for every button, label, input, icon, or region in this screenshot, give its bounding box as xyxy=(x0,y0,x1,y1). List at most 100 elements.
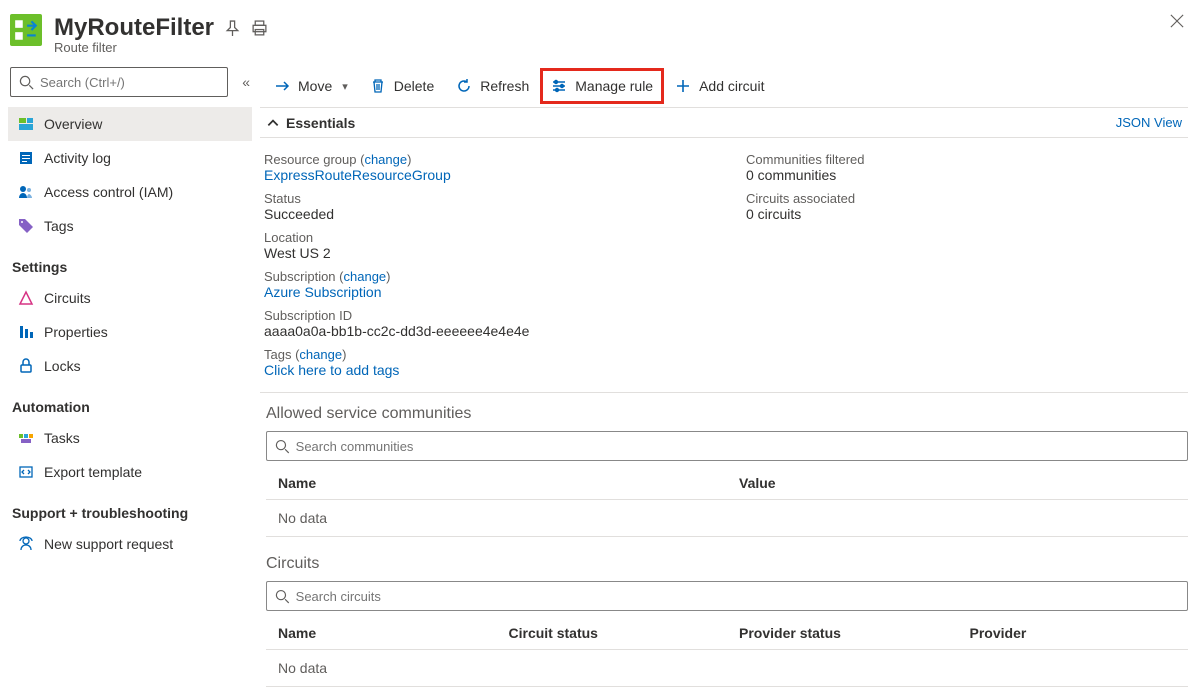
col-value: Value xyxy=(727,467,1188,500)
sidebar-group-support: Support + troubleshooting xyxy=(8,489,252,527)
communities-table: Name Value No data xyxy=(266,467,1188,537)
resource-group-change-link[interactable]: change xyxy=(364,152,407,167)
properties-icon xyxy=(18,324,34,340)
sidebar-item-properties[interactable]: Properties xyxy=(8,315,252,349)
manage-rule-button[interactable]: Manage rule xyxy=(541,69,663,103)
plus-icon xyxy=(675,78,691,94)
col-provider-status: Provider status xyxy=(727,617,958,650)
subscription-change-link[interactable]: change xyxy=(344,269,387,284)
toolbar-label: Delete xyxy=(394,78,434,94)
essentials-toggle[interactable]: Essentials xyxy=(260,115,355,131)
col-name: Name xyxy=(266,617,497,650)
communities-search-input[interactable] xyxy=(296,439,1179,454)
toolbar-label: Move xyxy=(298,78,332,94)
communities-section: Allowed service communities Name Value N… xyxy=(260,393,1188,543)
add-circuit-button[interactable]: Add circuit xyxy=(665,69,774,103)
ess-label: Resource group xyxy=(264,152,357,167)
sidebar-item-label: Export template xyxy=(44,464,142,480)
collapse-menu-icon[interactable]: « xyxy=(242,74,250,90)
pin-icon[interactable] xyxy=(224,20,241,37)
move-icon xyxy=(274,78,290,94)
communities-filtered-value: 0 communities xyxy=(746,167,1188,183)
sidebar-item-export-template[interactable]: Export template xyxy=(8,455,252,489)
sidebar-item-activity-log[interactable]: Activity log xyxy=(8,141,252,175)
table-row: No data xyxy=(266,500,1188,537)
ess-label: Status xyxy=(264,191,706,206)
tags-change-link[interactable]: change xyxy=(299,347,342,362)
sidebar-item-access-control[interactable]: Access control (IAM) xyxy=(8,175,252,209)
circuits-icon xyxy=(18,290,34,306)
subscription-id-value: aaaa0a0a-bb1b-cc2c-dd3d-eeeeee4e4e4e xyxy=(264,323,706,339)
status-value: Succeeded xyxy=(264,206,706,222)
communities-title: Allowed service communities xyxy=(266,405,1188,423)
menu-search[interactable] xyxy=(10,67,228,97)
col-circuit-status: Circuit status xyxy=(497,617,728,650)
sidebar-item-label: Properties xyxy=(44,324,108,340)
essentials-panel: Resource group (change) ExpressRouteReso… xyxy=(260,138,1188,393)
sidebar-item-tasks[interactable]: Tasks xyxy=(8,421,252,455)
chevron-up-icon xyxy=(266,116,280,130)
ess-label: Subscription xyxy=(264,269,336,284)
command-bar: Move ▾ Delete Refresh xyxy=(260,65,1188,108)
circuits-table: Name Circuit status Provider status Prov… xyxy=(266,617,1188,687)
tasks-icon xyxy=(18,430,34,446)
sidebar-item-tags[interactable]: Tags xyxy=(8,209,252,243)
tag-icon xyxy=(18,218,34,234)
delete-button[interactable]: Delete xyxy=(360,69,444,103)
location-value: West US 2 xyxy=(264,245,706,261)
export-template-icon xyxy=(18,464,34,480)
people-icon xyxy=(18,184,34,200)
circuits-search[interactable] xyxy=(266,581,1188,611)
move-button[interactable]: Move ▾ xyxy=(264,69,358,103)
search-icon xyxy=(275,439,290,454)
sidebar-item-label: Tags xyxy=(44,218,74,234)
communities-search[interactable] xyxy=(266,431,1188,461)
sidebar-item-overview[interactable]: Overview xyxy=(8,107,252,141)
overview-icon xyxy=(18,116,34,132)
lock-icon xyxy=(18,358,34,374)
activity-log-icon xyxy=(18,150,34,166)
page-subtitle: Route filter xyxy=(54,40,268,55)
toolbar-label: Refresh xyxy=(480,78,529,94)
ess-label: Location xyxy=(264,230,706,245)
manage-rule-icon xyxy=(551,78,567,94)
sidebar-item-label: Overview xyxy=(44,116,102,132)
circuits-title: Circuits xyxy=(266,555,1188,573)
subscription-link[interactable]: Azure Subscription xyxy=(264,284,706,300)
delete-icon xyxy=(370,78,386,94)
col-provider: Provider xyxy=(958,617,1189,650)
refresh-icon xyxy=(456,78,472,94)
chevron-down-icon: ▾ xyxy=(342,80,348,93)
resource-type-icon xyxy=(10,14,42,46)
sidebar-item-new-support[interactable]: New support request xyxy=(8,527,252,561)
close-blade-button[interactable] xyxy=(1152,14,1184,46)
col-name: Name xyxy=(266,467,727,500)
sidebar-item-label: Activity log xyxy=(44,150,111,166)
no-data-cell: No data xyxy=(266,500,1188,537)
essentials-heading: Essentials xyxy=(286,115,355,131)
toolbar-label: Manage rule xyxy=(575,78,653,94)
sidebar-group-automation: Automation xyxy=(8,383,252,421)
support-icon xyxy=(18,536,34,552)
sidebar-item-circuits[interactable]: Circuits xyxy=(8,281,252,315)
print-icon[interactable] xyxy=(251,20,268,37)
sidebar-item-locks[interactable]: Locks xyxy=(8,349,252,383)
ess-label: Communities filtered xyxy=(746,152,1188,167)
sidebar-item-label: Tasks xyxy=(44,430,80,446)
ess-label: Subscription ID xyxy=(264,308,706,323)
ess-label: Circuits associated xyxy=(746,191,1188,206)
toolbar-label: Add circuit xyxy=(699,78,764,94)
sidebar-group-settings: Settings xyxy=(8,243,252,281)
search-icon xyxy=(19,75,34,90)
resource-group-link[interactable]: ExpressRouteResourceGroup xyxy=(264,167,706,183)
circuits-section: Circuits Name Circuit status Provider st… xyxy=(260,543,1188,693)
no-data-cell: No data xyxy=(266,650,1188,687)
refresh-button[interactable]: Refresh xyxy=(446,69,539,103)
tags-add-link[interactable]: Click here to add tags xyxy=(264,362,706,378)
json-view-link[interactable]: JSON View xyxy=(1116,115,1188,130)
sidebar-item-label: Access control (IAM) xyxy=(44,184,173,200)
circuits-search-input[interactable] xyxy=(296,589,1179,604)
menu-search-input[interactable] xyxy=(40,75,219,90)
sidebar-item-label: New support request xyxy=(44,536,173,552)
page-title: MyRouteFilter xyxy=(54,14,214,42)
